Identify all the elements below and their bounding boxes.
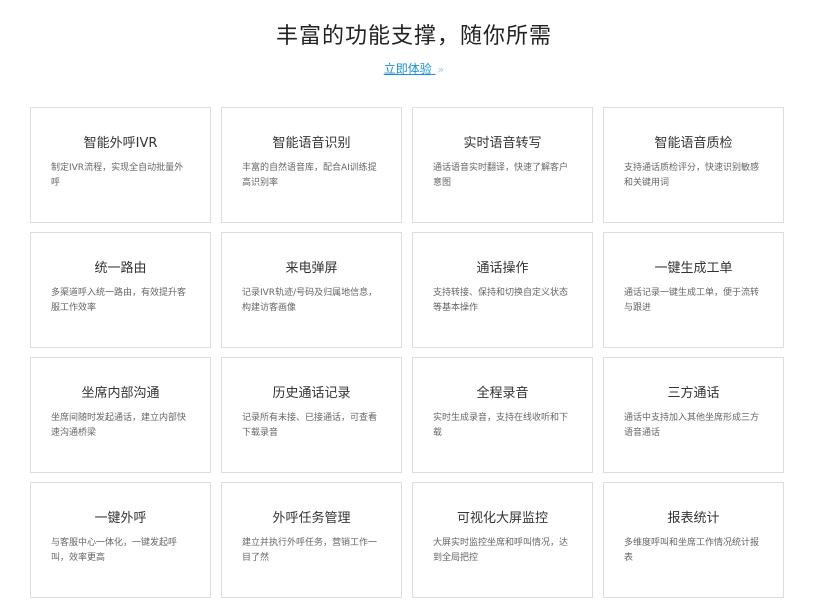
feature-card[interactable]: 来电弹屏记录IVR轨迹/号码及归属地信息，构建访客画像 [221, 232, 402, 348]
feature-description: 实时生成录音，支持在线收听和下载 [433, 413, 569, 438]
feature-description: 坐席间随时发起通话，建立内部快速沟通桥梁 [51, 413, 187, 438]
feature-description: 通话语音实时翻译，快速了解客户意图 [433, 163, 569, 188]
feature-title: 三方通话 [667, 386, 720, 401]
feature-description: 通话中支持加入其他坐席形成三方语音通话 [624, 413, 760, 438]
feature-title: 智能语音质检 [654, 136, 733, 151]
feature-description: 支持转接、保持和切换自定义状态等基本操作 [433, 288, 569, 313]
feature-card[interactable]: 实时语音转写通话语音实时翻译，快速了解客户意图 [412, 107, 593, 223]
feature-card[interactable]: 外呼任务管理建立并执行外呼任务，营销工作一目了然 [221, 482, 402, 598]
feature-card[interactable]: 一键生成工单通话记录一键生成工单，便于流转与跟进 [603, 232, 784, 348]
feature-title: 来电弹屏 [285, 261, 338, 276]
feature-card[interactable]: 报表统计多维度呼叫和坐席工作情况统计报表 [603, 482, 784, 598]
feature-description: 多维度呼叫和坐席工作情况统计报表 [624, 538, 760, 563]
feature-description: 通话记录一键生成工单，便于流转与跟进 [624, 288, 760, 313]
feature-card[interactable]: 可视化大屏监控大屏实时监控坐席和呼叫情况，达到全局把控 [412, 482, 593, 598]
feature-description: 大屏实时监控坐席和呼叫情况，达到全局把控 [433, 538, 569, 563]
feature-description: 制定IVR流程，实现全自动批量外呼 [51, 163, 184, 188]
feature-title: 全程录音 [476, 386, 529, 401]
double-chevron-right-icon: » [437, 63, 445, 76]
feature-title: 坐席内部沟通 [81, 386, 160, 401]
feature-card[interactable]: 智能语音质检支持通话质检评分，快速识别敏感和关键用词 [603, 107, 784, 223]
feature-title: 一键生成工单 [654, 261, 733, 276]
feature-description: 丰富的自然语音库，配合AI训练提高识别率 [242, 163, 377, 188]
feature-card[interactable]: 一键外呼与客服中心一体化，一键发起呼叫，效率更高 [30, 482, 211, 598]
feature-card[interactable]: 坐席内部沟通坐席间随时发起通话，建立内部快速沟通桥梁 [30, 357, 211, 473]
feature-title: 可视化大屏监控 [456, 511, 548, 526]
try-now-link[interactable]: 立即体验 [384, 62, 436, 76]
feature-description: 多渠道呼入统一路由，有效提升客服工作效率 [51, 288, 187, 313]
feature-title: 通话操作 [476, 261, 529, 276]
page-title: 丰富的功能支撑，随你所需 [275, 24, 552, 49]
feature-card[interactable]: 通话操作支持转接、保持和切换自定义状态等基本操作 [412, 232, 593, 348]
feature-title: 智能语音识别 [272, 136, 351, 151]
cta-container: 立即体验 » [0, 60, 828, 77]
feature-title: 报表统计 [667, 511, 720, 526]
feature-card[interactable]: 统一路由多渠道呼入统一路由，有效提升客服工作效率 [30, 232, 211, 348]
feature-card[interactable]: 全程录音实时生成录音，支持在线收听和下载 [412, 357, 593, 473]
feature-description: 记录所有未接、已接通话，可查看下载录音 [242, 413, 378, 438]
feature-description: 与客服中心一体化，一键发起呼叫，效率更高 [51, 538, 178, 563]
feature-grid: 智能外呼IVR 制定IVR流程，实现全自动批量外呼 智能语音识别丰富的自然语音库，配… [30, 107, 784, 598]
feature-title: 历史通话记录 [272, 386, 351, 401]
feature-title: 外呼任务管理 [272, 511, 351, 526]
feature-title: 智能外呼IVR [83, 136, 158, 151]
feature-card[interactable]: 智能语音识别丰富的自然语音库，配合AI训练提高识别率 [221, 107, 402, 223]
feature-title: 一键外呼 [94, 511, 147, 526]
feature-card[interactable]: 智能外呼IVR 制定IVR流程，实现全自动批量外呼 [30, 107, 211, 223]
feature-description: 记录IVR轨迹/号码及归属地信息，构建访客画像 [242, 288, 378, 313]
feature-title: 实时语音转写 [463, 136, 542, 151]
try-now-label: 立即体验 [383, 62, 432, 76]
feature-description: 支持通话质检评分，快速识别敏感和关键用词 [624, 163, 760, 188]
feature-card[interactable]: 三方通话通话中支持加入其他坐席形成三方语音通话 [603, 357, 784, 473]
feature-card[interactable]: 历史通话记录记录所有未接、已接通话，可查看下载录音 [221, 357, 402, 473]
feature-title: 统一路由 [94, 261, 147, 276]
feature-description: 建立并执行外呼任务，营销工作一目了然 [242, 538, 378, 563]
